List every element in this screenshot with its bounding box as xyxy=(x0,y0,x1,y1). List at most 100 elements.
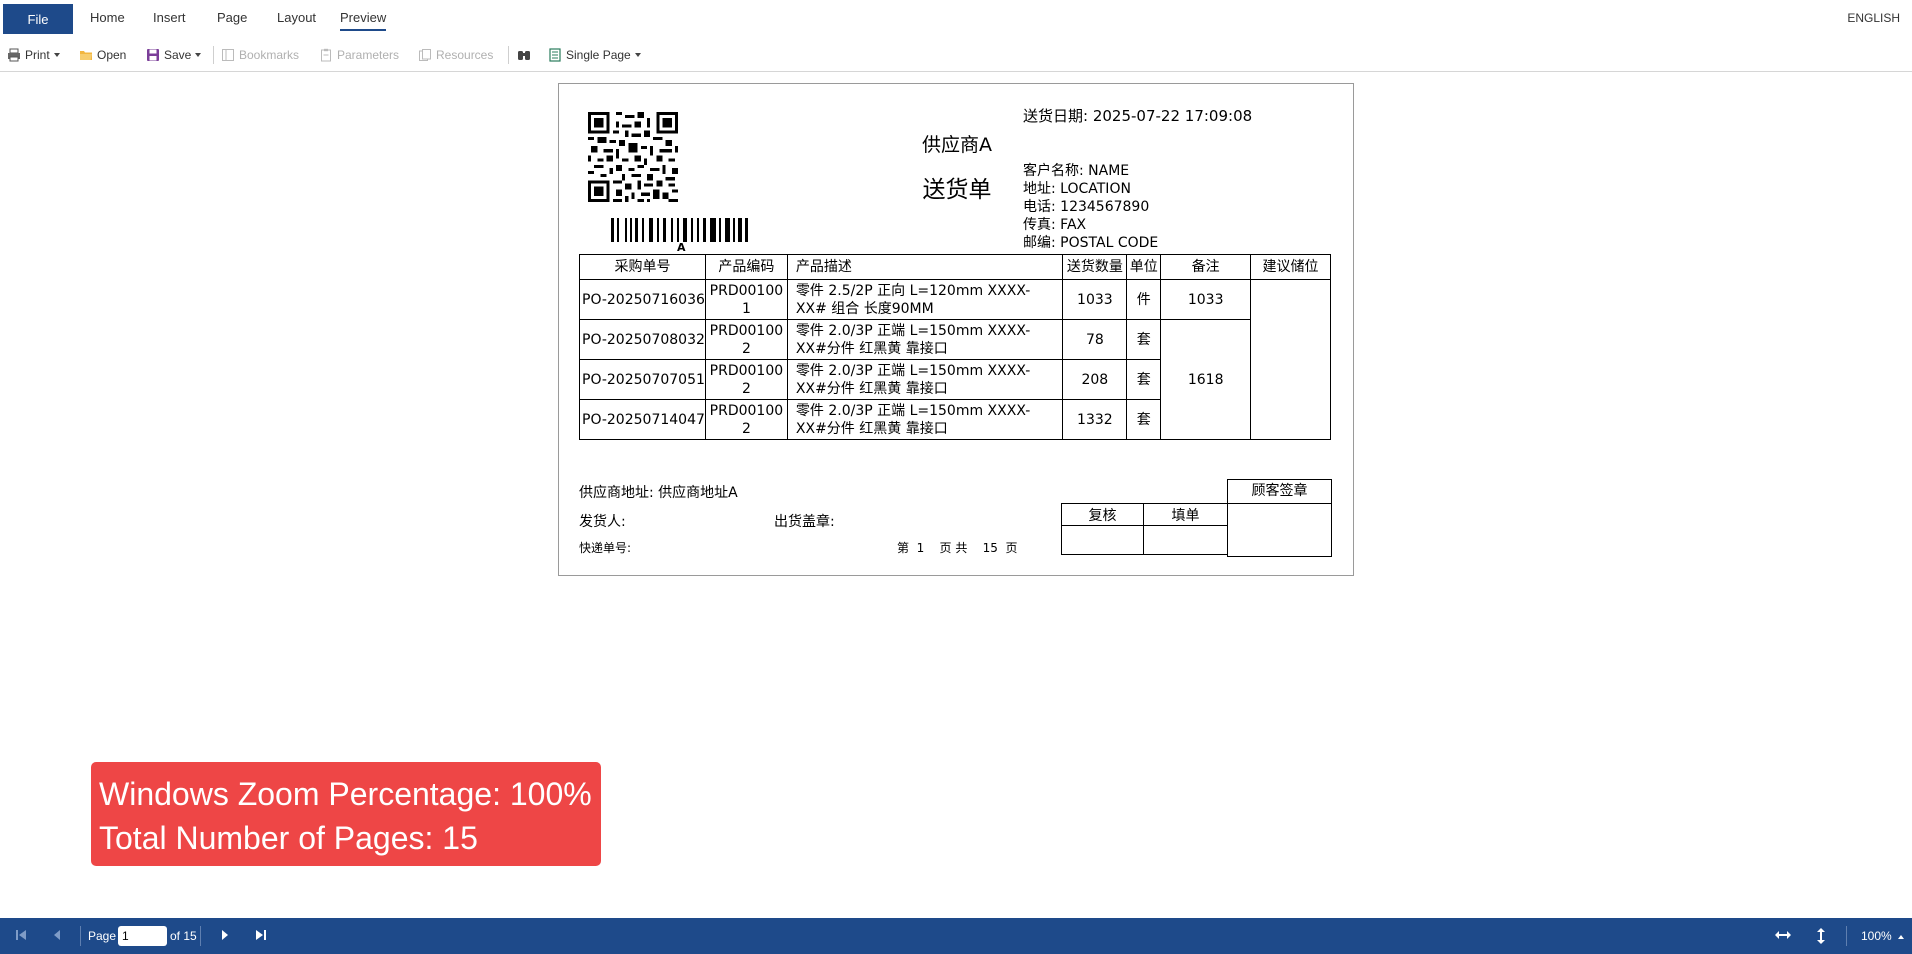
table-row: PO-20250708032 PRD00100 2 零件 2.0/3P 正端 L… xyxy=(579,319,1331,440)
customer-fax: 传真: FAX xyxy=(1023,216,1086,234)
first-page-icon[interactable] xyxy=(14,928,28,945)
tab-home[interactable]: Home xyxy=(90,10,125,25)
fit-width-icon[interactable] xyxy=(1774,928,1792,945)
column-header: 单位 xyxy=(1126,254,1162,280)
total-pages-text: Total Number of Pages: 15 xyxy=(99,820,478,856)
toolbar-divider xyxy=(213,46,214,64)
product-code: PRD00100 2 xyxy=(704,359,788,400)
resources-button[interactable]: Resources xyxy=(418,46,493,64)
folder-icon xyxy=(79,48,93,62)
page-label: Page xyxy=(88,929,117,943)
unit: 套 xyxy=(1126,359,1162,400)
column-header: 产品描述 xyxy=(786,254,1064,280)
chevron-down-icon xyxy=(634,53,641,57)
postal-label: 邮编: xyxy=(1023,235,1056,251)
po-number: PO-20250707051 xyxy=(579,359,706,400)
column-header: 采购单号 xyxy=(579,254,706,280)
supplier-address-label: 供应商地址: xyxy=(579,485,654,501)
tab-preview[interactable]: Preview xyxy=(340,10,387,31)
phone-value: 1234567890 xyxy=(1060,199,1150,215)
tab-page[interactable]: Page xyxy=(217,10,247,25)
save-button[interactable]: Save xyxy=(146,46,202,64)
product-code: PRD00100 2 xyxy=(704,319,788,360)
next-page-icon[interactable] xyxy=(218,928,232,945)
parameters-icon xyxy=(319,48,333,62)
page-number-input[interactable] xyxy=(118,926,167,946)
product-description: 零件 2.0/3P 正端 L=150mm XXXX- XX#分件 红黑黄 靠接口 xyxy=(786,359,1064,400)
save-label: Save xyxy=(164,48,192,62)
qr-code xyxy=(588,112,678,202)
bookmarks-label: Bookmarks xyxy=(239,48,300,62)
resources-icon xyxy=(418,48,432,62)
table-row: PO-20250716036 PRD00100 1 零件 2.5/2P 正向 L… xyxy=(579,279,1331,440)
customer-label: 客户名称: xyxy=(1023,163,1084,179)
fill-signature-box xyxy=(1143,525,1228,555)
delivery-quantity: 208 xyxy=(1062,359,1128,400)
print-button[interactable]: Print xyxy=(7,46,60,64)
barcode xyxy=(611,218,751,242)
customer-signature-box: 顾客签章 xyxy=(1227,479,1332,557)
column-header: 建议储位 xyxy=(1250,254,1331,280)
delivery-date-label: 送货日期: xyxy=(1023,107,1089,125)
column-header: 备注 xyxy=(1160,254,1252,280)
resources-label: Resources xyxy=(436,48,494,62)
previous-page-icon[interactable] xyxy=(50,928,64,945)
nav-divider xyxy=(200,926,201,946)
of-pages-label: of 15 xyxy=(170,929,197,943)
supplier-address-value: 供应商地址A xyxy=(658,485,738,501)
fit-height-icon[interactable] xyxy=(1814,927,1828,948)
delivery-quantity: 1332 xyxy=(1062,399,1128,440)
shipper-label: 发货人: xyxy=(579,514,626,530)
fill-label: 填单 xyxy=(1143,503,1228,526)
phone-label: 电话: xyxy=(1023,199,1056,215)
product-code: PRD00100 1 xyxy=(704,279,788,320)
customer-name: 客户名称: NAME xyxy=(1023,162,1129,180)
customer-address: 地址: LOCATION xyxy=(1023,180,1131,198)
address-label: 地址: xyxy=(1023,181,1056,197)
tab-layout[interactable]: Layout xyxy=(277,10,316,25)
bookmarks-icon xyxy=(221,48,235,62)
suggested-location xyxy=(1250,279,1331,440)
items-table: 采购单号 产品编码 产品描述 送货数量 单位 备注 建议储位 PO-202507… xyxy=(579,254,1331,440)
language-switch[interactable]: ENGLISH xyxy=(1847,11,1900,25)
express-number-label: 快递单号: xyxy=(579,541,632,555)
zoom-dropdown[interactable]: 100% xyxy=(1861,929,1905,943)
open-button[interactable]: Open xyxy=(79,46,126,64)
menu-bar: File Home Insert Page Layout Preview ENG… xyxy=(0,0,1912,36)
review-label: 复核 xyxy=(1061,503,1144,526)
fax-value: FAX xyxy=(1060,217,1087,233)
page-info: 第 1 页 共 15 页 xyxy=(897,541,1018,555)
tab-insert[interactable]: Insert xyxy=(153,10,186,25)
find-button[interactable] xyxy=(517,46,535,64)
product-description: 零件 2.0/3P 正端 L=150mm XXXX- XX#分件 红黑黄 靠接口 xyxy=(786,319,1064,360)
chevron-down-icon xyxy=(195,53,202,57)
toolbar: Print Open Save Bookmarks Parameters Res… xyxy=(0,38,1912,72)
delivery-date-value: 2025-07-22 17:09:08 xyxy=(1092,107,1253,125)
zoom-info-overlay: Windows Zoom Percentage: 100% Total Numb… xyxy=(91,762,601,866)
unit: 套 xyxy=(1126,319,1162,360)
printer-icon xyxy=(7,48,21,62)
document-title: 送货单 xyxy=(922,177,992,203)
po-number: PO-20250714047 xyxy=(579,399,706,440)
stamp-label: 出货盖章: xyxy=(774,514,835,530)
single-page-icon xyxy=(548,48,562,62)
po-number: PO-20250716036 xyxy=(579,279,706,320)
parameters-button[interactable]: Parameters xyxy=(319,46,399,64)
bookmarks-button[interactable]: Bookmarks xyxy=(221,46,299,64)
po-number: PO-20250708032 xyxy=(579,319,706,360)
delivery-quantity: 78 xyxy=(1062,319,1128,360)
last-page-icon[interactable] xyxy=(254,928,268,945)
file-tab[interactable]: File xyxy=(3,4,73,34)
view-mode-dropdown[interactable]: Single Page xyxy=(548,46,641,64)
floppy-disk-icon xyxy=(146,48,160,62)
review-signature-box xyxy=(1061,525,1144,555)
binoculars-icon xyxy=(517,48,531,62)
view-mode-label: Single Page xyxy=(566,48,631,62)
merged-note: 1618 xyxy=(1160,319,1252,440)
chevron-up-icon xyxy=(1898,934,1905,939)
note: 1033 xyxy=(1160,279,1252,320)
product-description: 零件 2.5/2P 正向 L=120mm XXXX- XX# 组合 长度90MM xyxy=(786,279,1064,320)
toolbar-divider xyxy=(508,46,509,64)
delivery-quantity: 1033 xyxy=(1062,279,1128,320)
signature-table: 复核 填单 xyxy=(1061,503,1228,555)
